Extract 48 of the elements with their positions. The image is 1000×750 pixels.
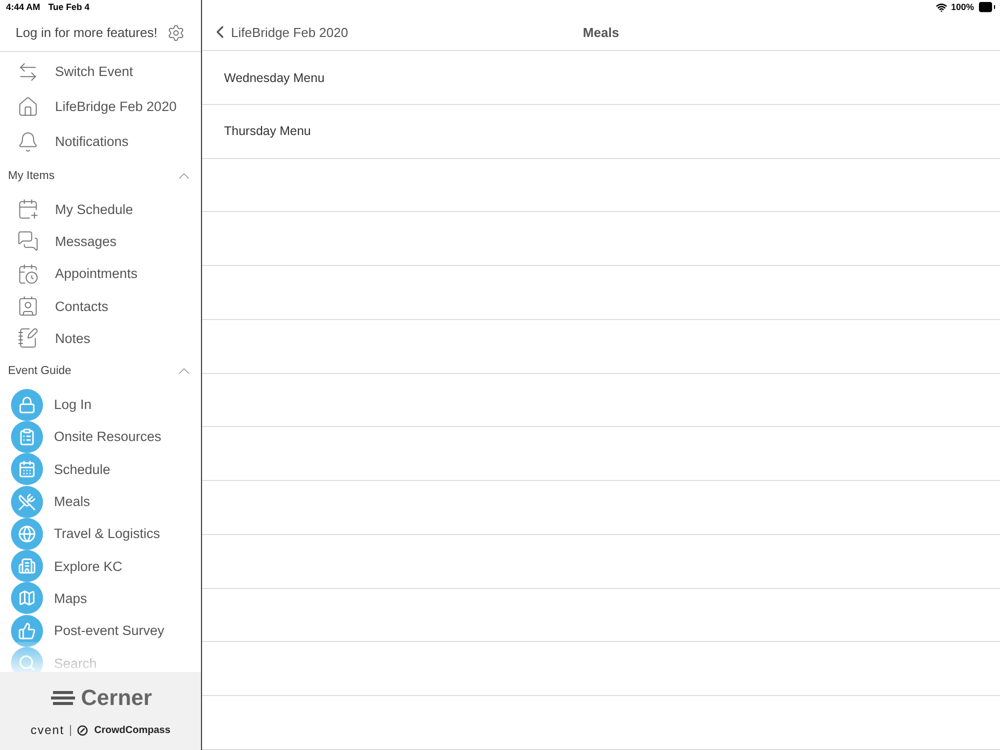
back-link[interactable]: LifeBridge Feb 2020 [202, 22, 348, 42]
menu-item[interactable]: Messages [55, 234, 117, 249]
menu-item[interactable]: Onsite Resources [54, 429, 162, 444]
menu-row[interactable]: Thursday Menu [202, 104, 1000, 159]
menu-item[interactable]: Appointments [55, 266, 138, 282]
wifi-icon [936, 2, 947, 12]
calendar-plus-icon [17, 198, 39, 220]
buildings-icon [11, 550, 43, 582]
globe-icon [11, 518, 43, 550]
contact-card-icon [17, 295, 39, 318]
home-icon[interactable] [17, 96, 39, 118]
menu-item[interactable]: My Schedule [55, 202, 134, 217]
menu-item[interactable]: Contacts [55, 298, 108, 314]
chat-bubbles-icon [17, 230, 39, 252]
menu-item[interactable]: Maps [54, 590, 88, 606]
section-title: My Items [8, 170, 55, 182]
menu-item[interactable]: Explore KC [54, 558, 122, 574]
settings-icon[interactable] [167, 24, 186, 42]
notepad-icon [17, 327, 39, 350]
product-name: CrowdCompass [94, 724, 170, 736]
section-title: Event Guide [8, 365, 72, 378]
page-title: Meals [582, 24, 620, 40]
menu-item[interactable]: Post-event Survey [54, 623, 164, 638]
search-icon [11, 647, 43, 672]
status-time: 4:44 AM [6, 2, 40, 12]
menu-item[interactable]: Log In [54, 397, 92, 412]
menu-item[interactable]: Notes [55, 330, 90, 346]
brand-name: Cerner [81, 685, 152, 711]
login-prompt: Log in for more features! [16, 25, 158, 40]
menu-item[interactable]: Meals [54, 494, 90, 510]
menu-item[interactable]: Switch Event [55, 64, 134, 79]
map-icon [11, 582, 43, 614]
utensils-icon [11, 486, 43, 518]
bell-icon[interactable] [17, 130, 39, 152]
menu-item[interactable]: LifeBridge Feb 2020 [55, 99, 177, 114]
calendar-clock-icon [17, 262, 39, 285]
checklist-icon [11, 420, 43, 453]
menu-item[interactable]: Travel & Logistics [54, 526, 160, 542]
partner-name: cvent [30, 723, 64, 737]
thumbs-up-icon [11, 614, 43, 647]
battery-percent: 100% [950, 2, 974, 12]
arrows-icon[interactable] [17, 60, 39, 82]
menu-item[interactable]: Schedule [54, 462, 110, 477]
lock-icon [11, 388, 43, 421]
calendar-icon [11, 453, 43, 486]
menu-item[interactable]: Notifications [55, 134, 129, 149]
menu-row[interactable]: Wednesday Menu [202, 51, 1000, 105]
status-date: Tue Feb 4 [48, 2, 90, 12]
